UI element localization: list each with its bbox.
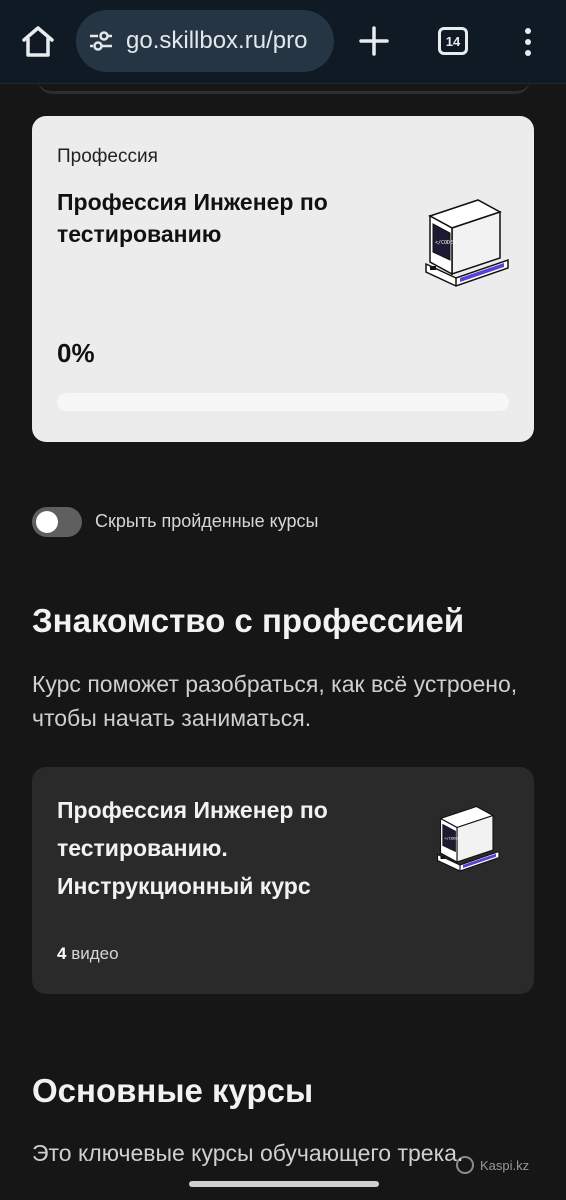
code-computer-illustration: </CODE> bbox=[425, 199, 509, 287]
home-button[interactable] bbox=[18, 22, 58, 62]
profession-title: Профессия Инженер по тестированию bbox=[57, 189, 328, 247]
tune-icon[interactable] bbox=[88, 29, 114, 53]
tab-switcher-button[interactable]: 14 bbox=[438, 27, 468, 55]
video-count: 4 видео bbox=[57, 944, 119, 964]
browser-toolbar: go.skillbox.ru/pro 14 bbox=[0, 0, 566, 84]
profession-card[interactable]: Профессия Профессия Инженер по тестирова… bbox=[32, 116, 534, 442]
code-computer-illustration: </CODE> bbox=[436, 805, 500, 872]
video-count-number: 4 bbox=[57, 944, 67, 963]
gesture-navigation-bar[interactable] bbox=[189, 1181, 379, 1187]
hide-completed-toggle[interactable] bbox=[32, 507, 82, 537]
progress-bar bbox=[57, 393, 509, 411]
watermark-text: Kaspi.kz bbox=[480, 1157, 530, 1173]
new-tab-button[interactable] bbox=[355, 22, 393, 60]
address-bar[interactable]: go.skillbox.ru/pro bbox=[76, 10, 334, 72]
previous-card-edge bbox=[38, 80, 530, 94]
main-section-title: Основные курсы bbox=[32, 1072, 314, 1109]
kaspi-logo-icon bbox=[456, 1156, 474, 1174]
hide-completed-label: Скрыть пройденные курсы bbox=[95, 511, 319, 531]
more-vert-icon bbox=[525, 28, 531, 56]
url-text: go.skillbox.ru/pro bbox=[126, 27, 308, 54]
intro-course-card[interactable]: Профессия Инженер по тестированию. Инстр… bbox=[32, 767, 534, 994]
toggle-knob bbox=[36, 511, 58, 533]
intro-course-title: Профессия Инженер по тестированию. Инстр… bbox=[57, 797, 328, 899]
tab-count: 14 bbox=[445, 33, 461, 49]
card-kicker: Профессия bbox=[57, 146, 158, 167]
home-icon bbox=[22, 26, 54, 57]
hide-completed-row: Скрыть пройденные курсы bbox=[32, 505, 532, 539]
intro-section-description: Курс поможет разобраться, как всё устрое… bbox=[32, 671, 518, 731]
video-count-label: видео bbox=[71, 944, 119, 963]
intro-section-title: Знакомство с профессией bbox=[32, 602, 465, 639]
svg-text:</CODE>: </CODE> bbox=[444, 837, 461, 841]
browser-menu-button[interactable] bbox=[518, 22, 538, 62]
svg-text:</CODE>: </CODE> bbox=[435, 240, 456, 246]
plus-icon bbox=[359, 26, 389, 56]
watermark: Kaspi.kz bbox=[456, 1154, 529, 1176]
progress-percent: 0% bbox=[57, 338, 95, 368]
